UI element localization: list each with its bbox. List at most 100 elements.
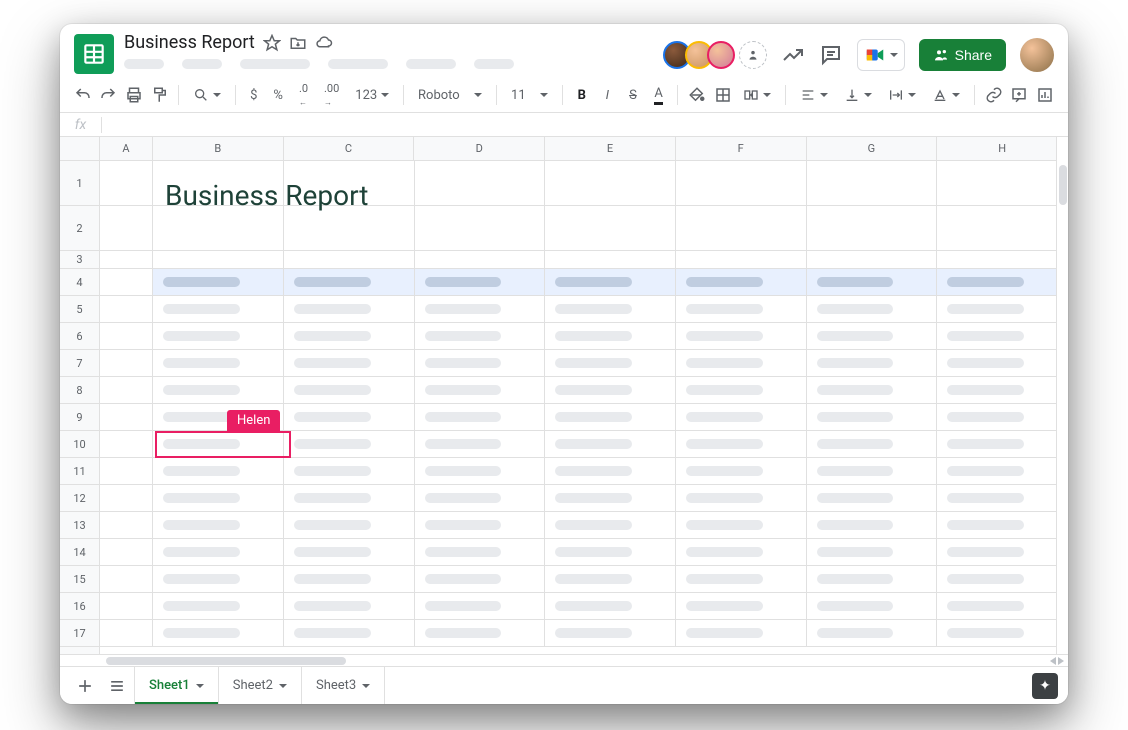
cell-E17[interactable] <box>545 620 676 646</box>
cell-F8[interactable] <box>676 377 807 403</box>
sheets-logo[interactable] <box>74 34 114 74</box>
sheet-tab[interactable]: Sheet2 <box>219 667 302 705</box>
table-row[interactable] <box>100 512 1068 539</box>
cell-D3[interactable] <box>415 251 546 268</box>
cell-C9[interactable] <box>284 404 415 430</box>
col-header-D[interactable]: D <box>414 137 545 160</box>
row-header-10[interactable]: 10 <box>60 431 99 458</box>
cell-H13[interactable] <box>937 512 1068 538</box>
cell-G3[interactable] <box>807 251 938 268</box>
cell-A16[interactable] <box>100 593 153 619</box>
cell-A3[interactable] <box>100 251 153 268</box>
cell-E12[interactable] <box>545 485 676 511</box>
cell-A8[interactable] <box>100 377 153 403</box>
increase-decimal[interactable]: .00→ <box>318 82 345 108</box>
col-header-A[interactable]: A <box>100 137 153 160</box>
zoom-dropdown[interactable] <box>187 82 227 108</box>
cell-G12[interactable] <box>807 485 938 511</box>
cell-D7[interactable] <box>415 350 546 376</box>
cell-G7[interactable] <box>807 350 938 376</box>
cell-G11[interactable] <box>807 458 938 484</box>
anonymous-user-icon[interactable] <box>739 41 767 69</box>
cell-A12[interactable] <box>100 485 153 511</box>
row-header-12[interactable]: 12 <box>60 485 99 512</box>
cell-F4[interactable] <box>676 269 807 295</box>
table-row[interactable] <box>100 593 1068 620</box>
cell-A1[interactable] <box>100 161 153 205</box>
cell-H11[interactable] <box>937 458 1068 484</box>
table-row[interactable] <box>100 566 1068 593</box>
cell-B4[interactable] <box>153 269 284 295</box>
cloud-status-icon[interactable] <box>315 34 333 52</box>
cell-D17[interactable] <box>415 620 546 646</box>
cell-G16[interactable] <box>807 593 938 619</box>
cell-B3[interactable] <box>153 251 284 268</box>
row-header-2[interactable]: 2 <box>60 206 99 251</box>
cell-G1[interactable] <box>807 161 938 205</box>
cell-F10[interactable] <box>676 431 807 457</box>
add-sheet-icon[interactable] <box>70 671 100 701</box>
cell-A11[interactable] <box>100 458 153 484</box>
cell-D6[interactable] <box>415 323 546 349</box>
cell-G17[interactable] <box>807 620 938 646</box>
cell-C15[interactable] <box>284 566 415 592</box>
cell-H16[interactable] <box>937 593 1068 619</box>
text-rotation-dropdown[interactable] <box>926 82 966 108</box>
cell-F15[interactable] <box>676 566 807 592</box>
cell-A4[interactable] <box>100 269 153 295</box>
cell-D9[interactable] <box>415 404 546 430</box>
table-row[interactable] <box>100 323 1068 350</box>
cell-B11[interactable] <box>153 458 284 484</box>
percent-format[interactable]: % <box>267 82 289 108</box>
cell-A17[interactable] <box>100 620 153 646</box>
account-avatar[interactable] <box>1020 38 1054 72</box>
cell-E16[interactable] <box>545 593 676 619</box>
undo-icon[interactable] <box>72 82 94 108</box>
cell-F7[interactable] <box>676 350 807 376</box>
table-row[interactable] <box>100 296 1068 323</box>
share-button[interactable]: Share <box>919 39 1006 71</box>
cell-C14[interactable] <box>284 539 415 565</box>
col-header-C[interactable]: C <box>284 137 415 160</box>
cell-C13[interactable] <box>284 512 415 538</box>
insert-comment-icon[interactable] <box>1009 82 1031 108</box>
cell-C10[interactable] <box>284 431 415 457</box>
row-header-8[interactable]: 8 <box>60 377 99 404</box>
menubar[interactable] <box>124 59 659 69</box>
cell-E2[interactable] <box>545 206 676 250</box>
table-row[interactable] <box>100 350 1068 377</box>
cell-F2[interactable] <box>676 206 807 250</box>
cell-D15[interactable] <box>415 566 546 592</box>
cell-D10[interactable] <box>415 431 546 457</box>
cell-C16[interactable] <box>284 593 415 619</box>
cell-H6[interactable] <box>937 323 1068 349</box>
cell-G2[interactable] <box>807 206 938 250</box>
cell-F9[interactable] <box>676 404 807 430</box>
vertical-scrollbar[interactable] <box>1056 137 1068 654</box>
cell-G4[interactable] <box>807 269 938 295</box>
cell-F14[interactable] <box>676 539 807 565</box>
row-header-7[interactable]: 7 <box>60 350 99 377</box>
cell-F1[interactable] <box>676 161 807 205</box>
horizontal-scrollbar[interactable] <box>60 654 1068 666</box>
table-row[interactable] <box>100 251 1068 269</box>
cell-E6[interactable] <box>545 323 676 349</box>
cell-A5[interactable] <box>100 296 153 322</box>
row-header-1[interactable]: 1 <box>60 161 99 206</box>
collaborator-avatars[interactable] <box>669 41 767 69</box>
cell-D8[interactable] <box>415 377 546 403</box>
cell-A2[interactable] <box>100 206 153 250</box>
star-icon[interactable] <box>263 34 281 52</box>
cell-C4[interactable] <box>284 269 415 295</box>
cell-E9[interactable] <box>545 404 676 430</box>
cell-D13[interactable] <box>415 512 546 538</box>
cell-D2[interactable] <box>415 206 546 250</box>
borders-button[interactable] <box>712 82 734 108</box>
avatar[interactable] <box>707 41 735 69</box>
cell-E13[interactable] <box>545 512 676 538</box>
row-header-5[interactable]: 5 <box>60 296 99 323</box>
cell-E15[interactable] <box>545 566 676 592</box>
cell-F12[interactable] <box>676 485 807 511</box>
activity-trend-icon[interactable] <box>781 43 805 67</box>
cell-F16[interactable] <box>676 593 807 619</box>
